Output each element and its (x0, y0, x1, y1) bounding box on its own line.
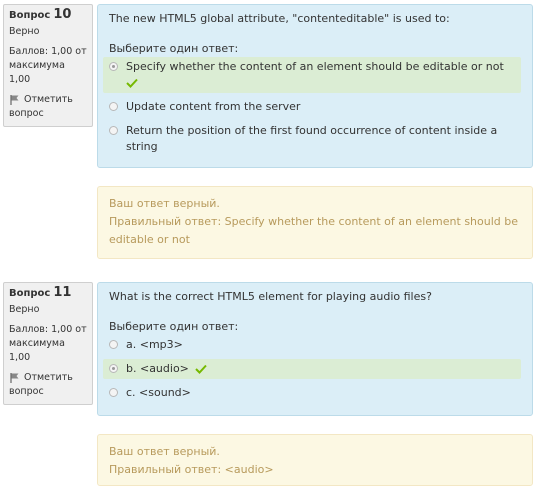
radio-selected[interactable] (109, 62, 118, 71)
answer-option-text: c. <sound> (126, 386, 191, 399)
answer-option-text: a. <mp3> (126, 338, 183, 351)
question-number-value: 11 (53, 285, 72, 300)
grade-line-2: максимума 1,00 (9, 60, 65, 85)
answer-options: Specify whether the content of an elemen… (103, 57, 521, 157)
feedback-correct-answer: Правильный ответ: <audio> (109, 463, 274, 476)
answer-option[interactable]: c. <sound> (103, 383, 521, 403)
feedback-status: Ваш ответ верный. (109, 445, 220, 458)
answer-option[interactable]: Update content from the server (103, 97, 521, 117)
radio-unselected[interactable] (109, 102, 118, 111)
flag-icon (10, 373, 19, 383)
question-number-value: 10 (53, 7, 72, 22)
flag-label-line-2: вопрос (9, 386, 44, 397)
answer-option-text: Return the position of the first found o… (126, 124, 498, 153)
radio-unselected[interactable] (109, 340, 118, 349)
question-info: Вопрос 10 Верно Баллов: 1,00 от максимум… (3, 4, 93, 127)
radio-unselected[interactable] (109, 388, 118, 397)
feedback-status: Ваш ответ верный. (109, 197, 220, 210)
question-grade: Баллов: 1,00 от максимума 1,00 (9, 45, 87, 87)
grade-line-2: максимума 1,00 (9, 338, 65, 363)
checkmark-icon (126, 78, 138, 88)
answer-option[interactable]: a. <mp3> (103, 335, 521, 355)
question-feedback: Ваш ответ верный. Правильный ответ: <aud… (97, 434, 533, 486)
grade-line-1: Баллов: 1,00 от (9, 324, 87, 335)
checkmark-icon (195, 364, 207, 374)
question-text: The new HTML5 global attribute, "content… (109, 12, 450, 25)
answer-option[interactable]: b. <audio> (103, 359, 521, 379)
radio-selected[interactable] (109, 364, 118, 373)
radio-unselected[interactable] (109, 126, 118, 135)
question-number: Вопрос 11 (9, 286, 87, 301)
answer-options: a. <mp3> b. <audio> c. <sound> (103, 335, 521, 403)
flag-icon (10, 95, 19, 105)
flag-question-button[interactable]: Отметить вопрос (9, 371, 87, 399)
question-text: What is the correct HTML5 element for pl… (109, 290, 432, 303)
answer-option[interactable]: Return the position of the first found o… (103, 121, 521, 157)
question-info: Вопрос 11 Верно Баллов: 1,00 от максимум… (3, 282, 93, 405)
question-state: Верно (9, 26, 40, 37)
flag-label-line-1: Отметить (24, 372, 73, 383)
answer-prompt: Выберите один ответ: (109, 42, 239, 55)
answer-prompt: Выберите один ответ: (109, 320, 239, 333)
answer-option-content: Specify whether the content of an elemen… (126, 59, 504, 91)
feedback-correct-answer: Правильный ответ: Specify whether the co… (109, 215, 519, 246)
question-grade: Баллов: 1,00 от максимума 1,00 (9, 323, 87, 365)
grade-line-1: Баллов: 1,00 от (9, 46, 87, 57)
answer-option-text: Update content from the server (126, 100, 301, 113)
answer-option-text: b. <audio> (126, 362, 189, 375)
question-feedback: Ваш ответ верный. Правильный ответ: Spec… (97, 186, 533, 259)
question-formulation: What is the correct HTML5 element for pl… (97, 282, 533, 416)
question-number: Вопрос 10 (9, 8, 87, 23)
answer-option[interactable]: Specify whether the content of an elemen… (103, 57, 521, 93)
flag-label-line-2: вопрос (9, 108, 44, 119)
question-formulation: The new HTML5 global attribute, "content… (97, 4, 533, 168)
flag-question-button[interactable]: Отметить вопрос (9, 93, 87, 121)
flag-label-line-1: Отметить (24, 94, 73, 105)
answer-option-text: Specify whether the content of an elemen… (126, 60, 504, 73)
question-label: Вопрос (9, 10, 51, 21)
question-label: Вопрос (9, 288, 51, 299)
question-state: Верно (9, 304, 40, 315)
